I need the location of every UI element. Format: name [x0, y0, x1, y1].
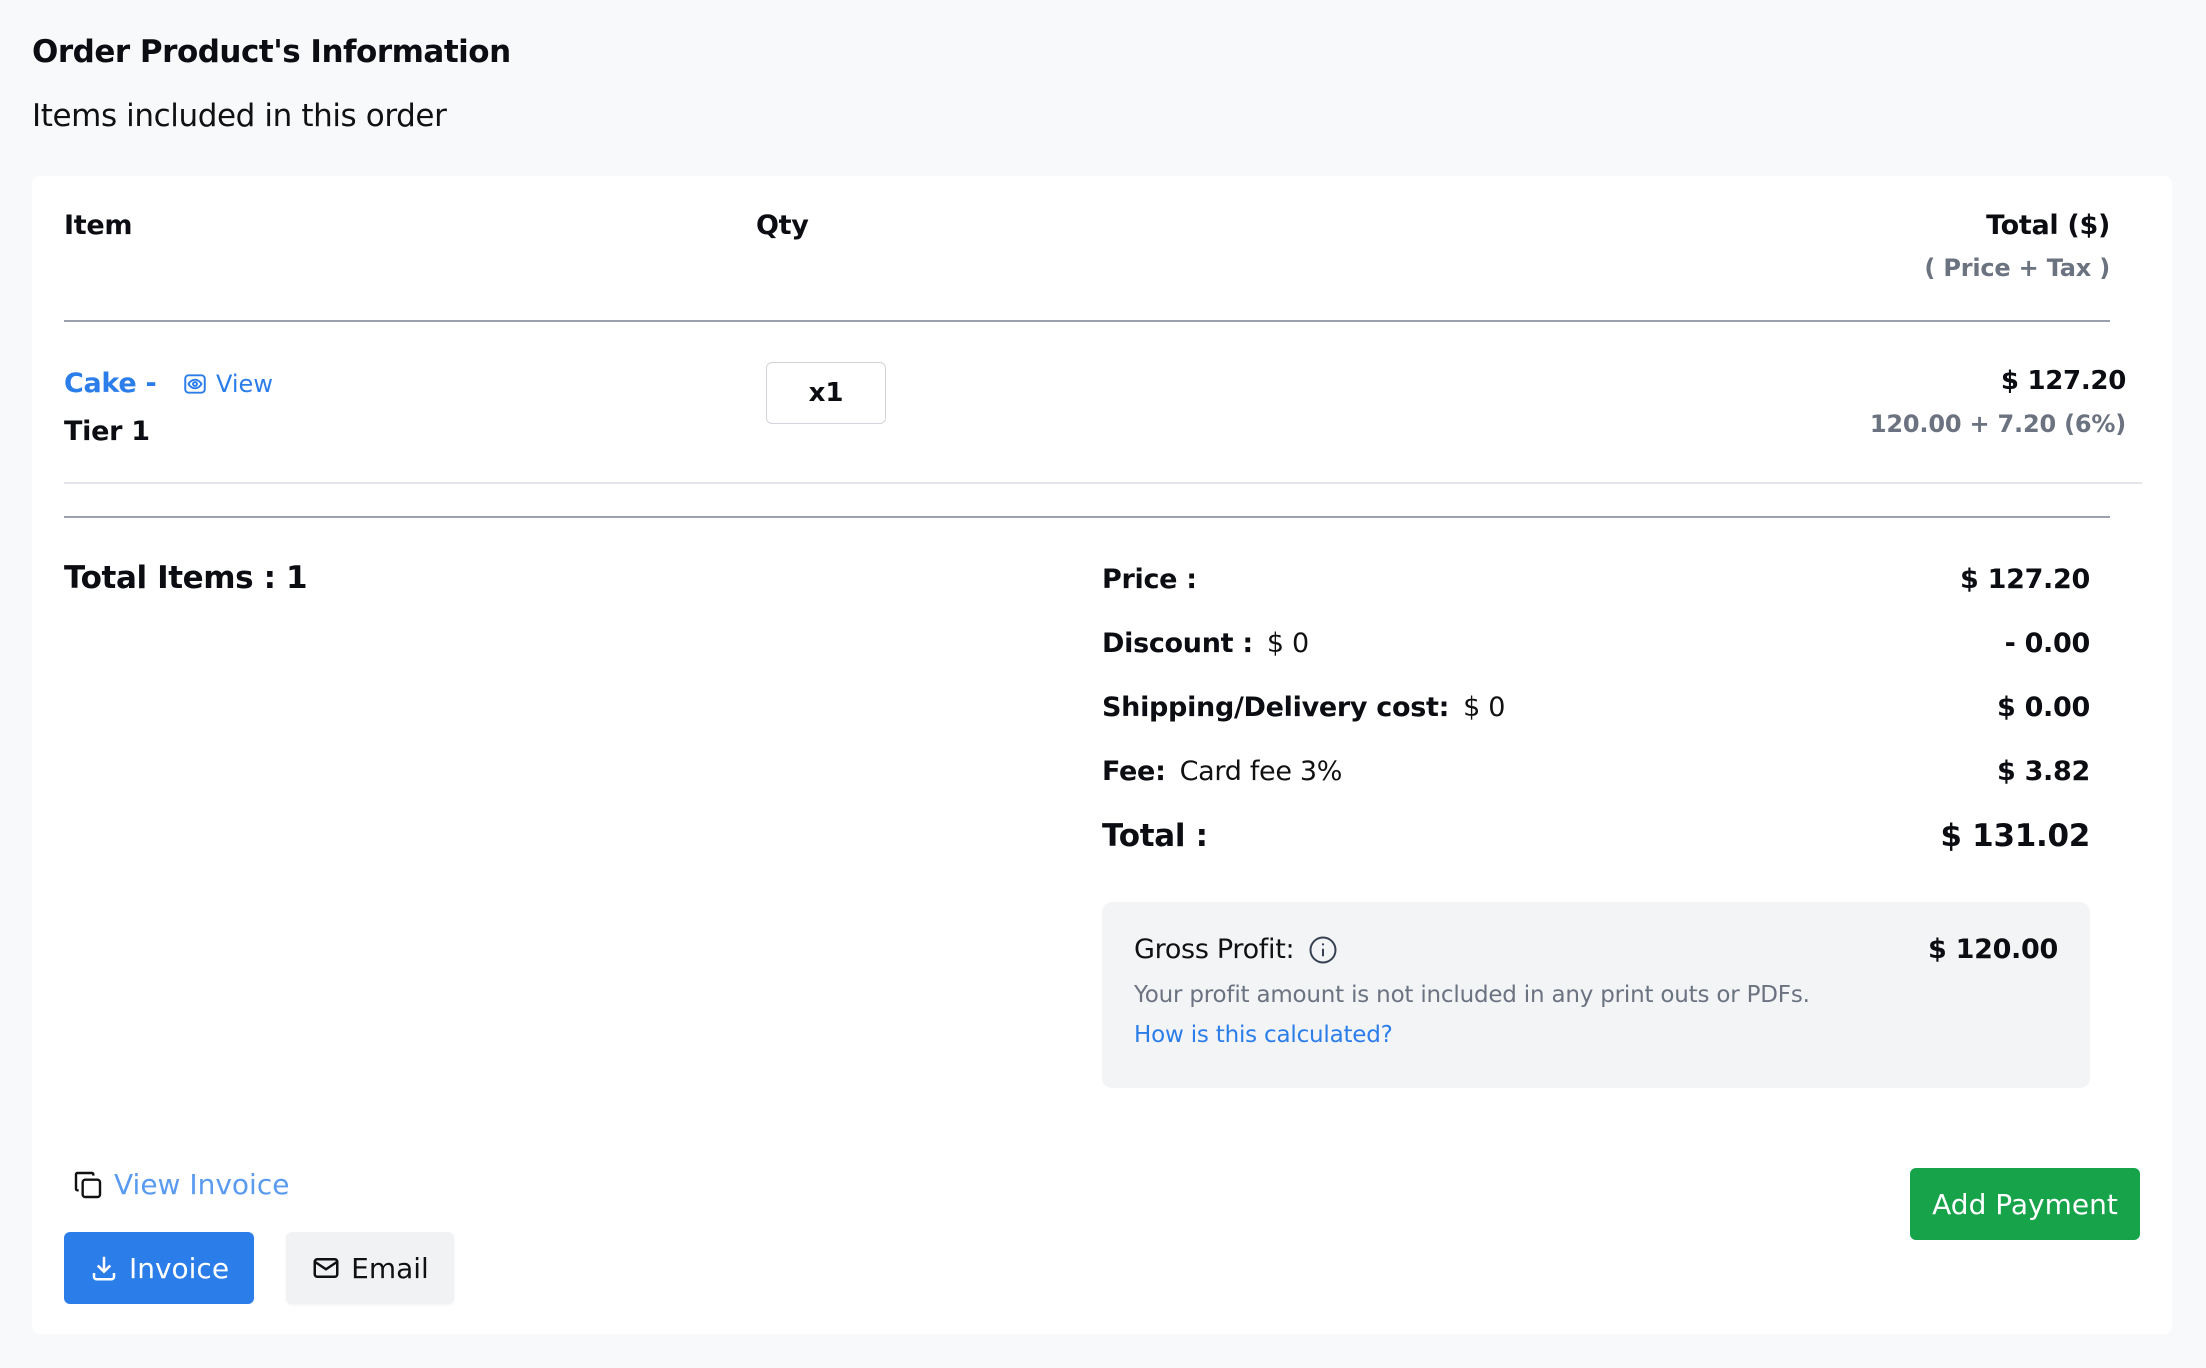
item-total: $ 127.20: [2000, 366, 2126, 396]
add-payment-label: Add Payment: [1932, 1187, 2118, 1221]
column-header-qty: Qty: [756, 210, 809, 241]
price-value: $ 127.20: [1960, 564, 2090, 595]
profit-calculation-link[interactable]: How is this calculated?: [1134, 1022, 1393, 1048]
view-invoice-link[interactable]: View Invoice: [72, 1168, 289, 1201]
item-price-breakdown: 120.00 + 7.20 (6%): [1869, 410, 2126, 438]
view-invoice-label: View Invoice: [114, 1168, 290, 1201]
gross-profit-value: $ 120.00: [1928, 934, 2058, 965]
section-subtitle: Items included in this order: [32, 98, 447, 134]
gross-profit-label: Gross Profit:: [1134, 934, 1295, 965]
email-button[interactable]: Email: [286, 1232, 454, 1304]
column-header-item: Item: [64, 210, 133, 241]
row-divider: [64, 482, 2142, 484]
section-title: Order Product's Information: [32, 34, 511, 70]
item-name-link[interactable]: Cake -: [64, 368, 157, 399]
discount-detail: $ 0: [1266, 628, 1309, 659]
gross-profit-label-group: Gross Profit:: [1134, 934, 1338, 965]
column-header-total: Total ($): [1986, 210, 2110, 241]
email-button-label: Email: [351, 1251, 429, 1285]
summary-total-row: Total : $ 131.02: [1102, 818, 2090, 854]
gross-profit-box: Gross Profit: $ 120.00 Your profit amoun…: [1102, 902, 2090, 1088]
gross-profit-note: Your profit amount is not included in an…: [1134, 982, 1810, 1008]
item-qty: x1: [766, 362, 886, 424]
discount-value: - 0.00: [2004, 628, 2091, 659]
invoice-button-label: Invoice: [128, 1251, 230, 1285]
item-view-link[interactable]: View: [182, 370, 273, 398]
shipping-detail: $ 0: [1463, 692, 1506, 723]
add-payment-button[interactable]: Add Payment: [1910, 1168, 2140, 1240]
item-variant: Tier 1: [64, 416, 150, 447]
summary-discount-row: Discount : $ 0 - 0.00: [1102, 628, 2090, 659]
fee-detail: Card fee 3%: [1179, 756, 1343, 787]
mail-icon: [313, 1258, 339, 1278]
eye-view-icon: [184, 374, 206, 394]
fee-value: $ 3.82: [1996, 756, 2090, 787]
price-label: Price :: [1102, 564, 1197, 595]
total-value: $ 131.02: [1940, 818, 2090, 854]
info-icon[interactable]: [1308, 935, 1338, 965]
summary-price-row: Price : $ 127.20: [1102, 564, 2090, 595]
shipping-label: Shipping/Delivery cost:: [1102, 692, 1450, 723]
order-items-card: Item Qty Total ($) ( Price + Tax ) Cake …: [32, 176, 2172, 1334]
copy-icon: [74, 1171, 102, 1198]
summary-shipping-row: Shipping/Delivery cost: $ 0 $ 0.00: [1102, 692, 2090, 723]
shipping-value: $ 0.00: [1996, 692, 2090, 723]
item-view-label: View: [216, 370, 273, 398]
download-invoice-button[interactable]: Invoice: [64, 1232, 254, 1304]
summary-fee-row: Fee: Card fee 3% $ 3.82: [1102, 756, 2090, 787]
download-icon: [92, 1256, 116, 1281]
fee-label: Fee:: [1102, 756, 1166, 787]
total-items: Total Items : 1: [64, 560, 308, 596]
header-divider: [64, 320, 2110, 322]
column-header-total-sub: ( Price + Tax ): [1924, 254, 2110, 282]
order-products-page: Order Product's Information Items includ…: [0, 0, 2206, 1368]
total-label: Total :: [1102, 818, 1208, 854]
summary-divider: [64, 516, 2110, 518]
discount-label: Discount :: [1102, 628, 1253, 659]
